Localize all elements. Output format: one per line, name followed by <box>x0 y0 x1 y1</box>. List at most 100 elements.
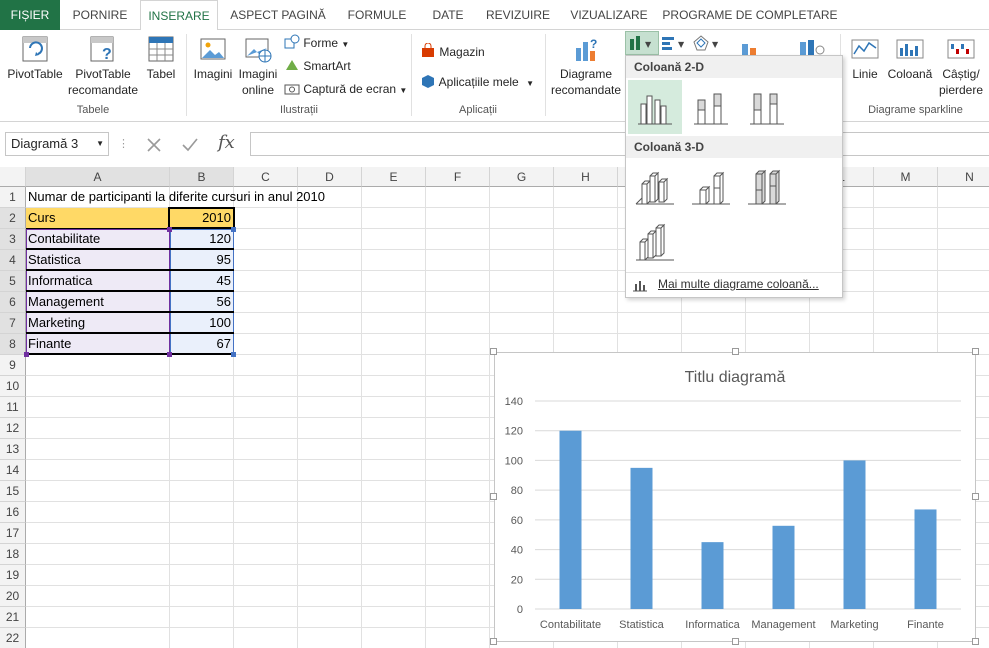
selection-handle[interactable] <box>167 227 172 232</box>
cell-a1[interactable]: Numar de participanti la diferite cursur… <box>28 187 325 208</box>
row-header-11[interactable]: 11 <box>0 397 26 418</box>
row-header-10[interactable]: 10 <box>0 376 26 397</box>
column-header-c[interactable]: C <box>234 167 298 187</box>
tab-insert[interactable]: INSERARE <box>140 0 218 31</box>
insert-function-icon[interactable]: fx <box>218 132 235 153</box>
row-header-18[interactable]: 18 <box>0 544 26 565</box>
formula-input[interactable] <box>250 132 989 156</box>
cell-a3[interactable]: Contabilitate <box>28 229 168 249</box>
row-header-1[interactable]: 1 <box>0 187 26 208</box>
selection-handle[interactable] <box>24 352 29 357</box>
column-header-m[interactable]: M <box>874 167 938 187</box>
column-header-d[interactable]: D <box>298 167 362 187</box>
100-stacked-column-option[interactable] <box>740 80 794 134</box>
row-header-14[interactable]: 14 <box>0 460 26 481</box>
store-button[interactable]: Magazin <box>420 42 485 60</box>
selection-handle[interactable] <box>231 227 236 232</box>
row-header-8[interactable]: 8 <box>0 334 26 355</box>
tab-file[interactable]: FIȘIER <box>0 0 60 30</box>
tab-formulas[interactable]: FORMULE <box>338 0 416 30</box>
chart-object[interactable]: Titlu diagramă 0 20 40 60 80 100 120 140 Contabil… <box>494 352 976 642</box>
chart-resize-handle[interactable] <box>972 638 979 645</box>
3d-column-option[interactable] <box>628 216 682 270</box>
enter-icon[interactable] <box>180 135 200 158</box>
cell-a2[interactable]: Curs <box>28 208 168 228</box>
my-apps-button[interactable]: Aplicațiile mele ▼ <box>420 73 534 92</box>
chart-resize-handle[interactable] <box>972 493 979 500</box>
cell-a4[interactable]: Statistica <box>28 250 168 270</box>
3d-100-stacked-column-option[interactable] <box>740 160 794 214</box>
tab-addins[interactable]: PROGRAME DE COMPLETARE <box>662 0 838 30</box>
more-column-charts-item[interactable]: Mai multe diagrame coloană... <box>626 274 842 296</box>
row-header-9[interactable]: 9 <box>0 355 26 376</box>
bar-chart-button[interactable]: ▼ <box>660 34 690 54</box>
3d-clustered-column-option[interactable] <box>628 160 682 214</box>
row-header-19[interactable]: 19 <box>0 565 26 586</box>
radar-chart-button[interactable]: ▼ <box>692 34 722 54</box>
row-header-4[interactable]: 4 <box>0 250 26 271</box>
chart-resize-handle[interactable] <box>490 493 497 500</box>
cell-b3[interactable]: 120 <box>170 229 234 249</box>
cell-b8[interactable]: 67 <box>170 334 234 354</box>
row-header-7[interactable]: 7 <box>0 313 26 334</box>
row-header-20[interactable]: 20 <box>0 586 26 607</box>
selection-handle[interactable] <box>231 352 236 357</box>
cell-b5[interactable]: 45 <box>170 271 234 291</box>
cell-b4[interactable]: 95 <box>170 250 234 270</box>
chart-resize-handle[interactable] <box>490 348 497 355</box>
table-button[interactable]: Tabel <box>142 34 180 82</box>
row-header-2[interactable]: 2 <box>0 208 26 229</box>
pivottable-button[interactable]: PivotTable <box>4 34 66 82</box>
column-header-g[interactable]: G <box>490 167 554 187</box>
row-header-13[interactable]: 13 <box>0 439 26 460</box>
row-header-21[interactable]: 21 <box>0 607 26 628</box>
sparkline-winloss-button[interactable]: Câștig/ pierdere <box>936 34 986 98</box>
tab-review[interactable]: REVIZUIRE <box>480 0 556 30</box>
column-header-b[interactable]: B <box>170 167 234 187</box>
cell-a7[interactable]: Marketing <box>28 313 168 333</box>
cell-b7[interactable]: 100 <box>170 313 234 333</box>
tab-view[interactable]: VIZUALIZARE <box>560 0 658 30</box>
chart-resize-handle[interactable] <box>732 348 739 355</box>
recommended-charts-button[interactable]: ? Diagrame recomandate <box>548 34 624 98</box>
row-header-6[interactable]: 6 <box>0 292 26 313</box>
row-header-16[interactable]: 16 <box>0 502 26 523</box>
tab-page-layout[interactable]: ASPECT PAGINĂ <box>222 0 334 30</box>
column-header-f[interactable]: F <box>426 167 490 187</box>
column-header-a[interactable]: A <box>26 167 170 187</box>
row-header-22[interactable]: 22 <box>0 628 26 648</box>
select-all-corner[interactable] <box>0 167 26 187</box>
column-header-h[interactable]: H <box>554 167 618 187</box>
screenshot-button[interactable]: Captură de ecran ▼ <box>284 80 407 99</box>
sparkline-line-button[interactable]: Linie <box>846 34 884 82</box>
stacked-column-option[interactable] <box>684 80 738 134</box>
row-header-15[interactable]: 15 <box>0 481 26 502</box>
cell-a8[interactable]: Finante <box>28 334 168 354</box>
tab-data[interactable]: DATE <box>420 0 476 30</box>
pictures-button[interactable]: Imagini <box>190 34 236 82</box>
chart-resize-handle[interactable] <box>972 348 979 355</box>
cell-a5[interactable]: Informatica <box>28 271 168 291</box>
cancel-icon[interactable] <box>144 135 164 158</box>
recommended-pivottable-button[interactable]: ? PivotTable recomandate <box>66 34 140 98</box>
row-header-5[interactable]: 5 <box>0 271 26 292</box>
row-header-17[interactable]: 17 <box>0 523 26 544</box>
row-header-12[interactable]: 12 <box>0 418 26 439</box>
selection-handle[interactable] <box>167 352 172 357</box>
online-pictures-button[interactable]: Imagini online <box>234 34 282 98</box>
smartart-button[interactable]: SmartArt <box>284 57 351 74</box>
row-header-3[interactable]: 3 <box>0 229 26 250</box>
sparkline-column-button[interactable]: Coloană <box>886 34 934 82</box>
clustered-column-option[interactable] <box>628 80 682 134</box>
cell-a6[interactable]: Management <box>28 292 168 312</box>
cell-b6[interactable]: 56 <box>170 292 234 312</box>
column-header-n[interactable]: N <box>938 167 989 187</box>
shapes-button[interactable]: Forme ▼ <box>284 34 349 53</box>
name-box[interactable]: Diagramă 3 ▼ <box>5 132 109 156</box>
3d-stacked-column-option[interactable] <box>684 160 738 214</box>
chart-resize-handle[interactable] <box>490 638 497 645</box>
column-header-e[interactable]: E <box>362 167 426 187</box>
chart-resize-handle[interactable] <box>732 638 739 645</box>
tab-home[interactable]: PORNIRE <box>62 0 138 30</box>
column-chart-button[interactable]: ▼ <box>625 31 659 55</box>
